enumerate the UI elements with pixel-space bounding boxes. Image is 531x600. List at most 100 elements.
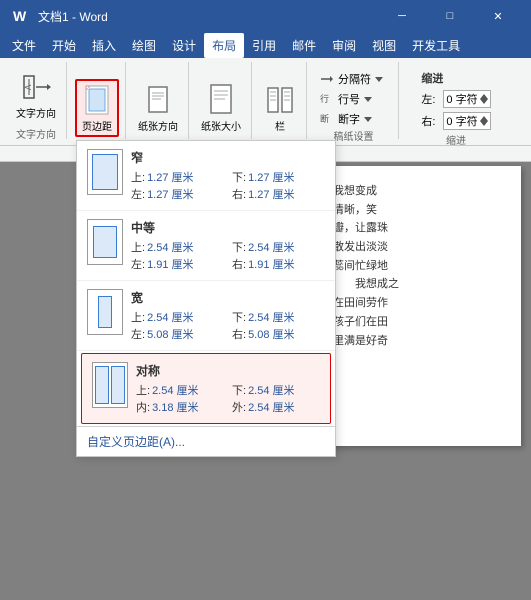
wide-left-value: 5.08 厘米 <box>147 326 193 342</box>
margins-label: 页边距 <box>82 118 112 133</box>
menu-view[interactable]: 视图 <box>364 33 404 58</box>
narrow-right-label: 右: <box>232 186 246 202</box>
narrow-left-label: 左: <box>131 186 145 202</box>
margin-narrow-name: 窄 <box>131 149 325 166</box>
hyphenation-dropdown-icon <box>364 115 372 123</box>
narrow-top-value: 1.27 厘米 <box>147 169 193 185</box>
custom-margin-button[interactable]: 自定义页边距(A)... <box>77 426 335 456</box>
text-direction-button[interactable]: A 文字方向 <box>12 66 60 124</box>
indent-left-input[interactable]: 0 字符 <box>443 90 490 108</box>
paper-size-icon <box>205 84 237 116</box>
ribbon: A 文字方向 文字方向 <box>0 58 531 146</box>
sym-top-label: 上: <box>136 382 150 398</box>
separator-dropdown-icon <box>375 75 383 83</box>
doc-line-5: 蕊间忙绿地 <box>333 257 509 276</box>
doc-line-6: 我想成之 <box>333 275 509 294</box>
orientation-button[interactable]: 纸张方向 <box>134 79 182 137</box>
sym-bottom-value: 2.54 厘米 <box>248 382 294 398</box>
menu-review[interactable]: 审阅 <box>324 33 364 58</box>
wide-top-value: 2.54 厘米 <box>147 309 193 325</box>
narrow-left-value: 1.27 厘米 <box>147 186 193 202</box>
menu-draw[interactable]: 绘图 <box>124 33 164 58</box>
medium-left-label: 左: <box>131 256 145 272</box>
doc-line-8: 孩子们在田 <box>333 313 509 332</box>
orientation-icon <box>142 84 174 116</box>
doc-line-2: 清晰，笑 <box>333 201 509 220</box>
margin-symmetric-name: 对称 <box>136 362 320 379</box>
margin-wide-info: 宽 上: 2.54 厘米 下: 2.54 厘米 左: 5.08 厘米 <box>131 289 325 342</box>
medium-right-value: 1.91 厘米 <box>248 256 294 272</box>
margins-button[interactable]: 页边距 <box>75 79 119 137</box>
line-number-label: 行号 <box>338 91 360 107</box>
hyphenation-button[interactable]: 断 断字 <box>317 110 386 128</box>
margin-wide-preview <box>87 289 123 335</box>
paper-size-group: 纸张大小 <box>191 62 252 139</box>
menu-layout[interactable]: 布局 <box>204 33 244 58</box>
text-direction-label: 文字方向 <box>16 105 56 120</box>
maximize-button[interactable]: □ <box>427 0 473 32</box>
indent-right-down-icon[interactable] <box>480 121 488 126</box>
margin-narrow-preview <box>87 149 123 195</box>
narrow-top-label: 上: <box>131 169 145 185</box>
word-app-icon: W <box>10 6 30 26</box>
line-number-icon: 行 <box>320 92 334 106</box>
doc-line-7: 在田间劳作 <box>333 294 509 313</box>
title-bar: W 文档1 - Word ─ □ ✕ <box>0 0 531 32</box>
indent-left-down-icon[interactable] <box>480 99 488 104</box>
wide-bottom-label: 下: <box>232 309 246 325</box>
menu-references[interactable]: 引用 <box>244 33 284 58</box>
narrow-right-value: 1.27 厘米 <box>248 186 294 202</box>
svg-text:A: A <box>24 84 33 90</box>
narrow-bottom-label: 下: <box>232 169 246 185</box>
close-button[interactable]: ✕ <box>475 0 521 32</box>
document-page: 我想变成 清晰，笑 瓣，让露珠 散发出淡淡 蕊间忙绿地 我想成之 在田间劳作 孩… <box>321 166 521 446</box>
line-number-button[interactable]: 行 行号 <box>317 90 386 108</box>
margin-dropdown-scroll[interactable]: 窄 上: 1.27 厘米 下: 1.27 厘米 左: 1.27 厘米 <box>77 141 335 426</box>
text-direction-group-label: 文字方向 <box>16 124 56 141</box>
medium-left-value: 1.91 厘米 <box>147 256 193 272</box>
menu-insert[interactable]: 插入 <box>84 33 124 58</box>
page-setup-group-label: 稿纸设置 <box>334 128 374 143</box>
margin-dropdown: 窄 上: 1.27 厘米 下: 1.27 厘米 左: 1.27 厘米 <box>76 140 336 457</box>
window-controls: ─ □ ✕ <box>379 0 521 32</box>
doc-line-1: 我想变成 <box>333 182 509 201</box>
separator-label: 分隔符 <box>338 71 371 87</box>
columns-button[interactable]: 栏 <box>260 79 300 137</box>
margin-narrow-item[interactable]: 窄 上: 1.27 厘米 下: 1.27 厘米 左: 1.27 厘米 <box>77 141 335 211</box>
text-direction-icon: A <box>20 71 52 103</box>
margins-icon <box>81 84 113 116</box>
separator-button[interactable]: 分隔符 <box>317 70 386 88</box>
margin-medium-info: 中等 上: 2.54 厘米 下: 2.54 厘米 左: 1.91 厘米 <box>131 219 325 272</box>
margin-medium-item[interactable]: 中等 上: 2.54 厘米 下: 2.54 厘米 左: 1.91 厘米 <box>77 211 335 281</box>
indent-right-input[interactable]: 0 字符 <box>443 112 490 130</box>
menu-design[interactable]: 设计 <box>164 33 204 58</box>
svg-text:W: W <box>13 8 27 24</box>
menu-mailings[interactable]: 邮件 <box>284 33 324 58</box>
columns-group: 栏 <box>254 62 307 139</box>
custom-margin-label: 自定义页边距(A)... <box>87 433 185 450</box>
hyphenation-label: 断字 <box>338 111 360 127</box>
margin-wide-values: 上: 2.54 厘米 下: 2.54 厘米 左: 5.08 厘米 右: <box>131 309 325 342</box>
paper-size-button[interactable]: 纸张大小 <box>197 79 245 137</box>
line-number-dropdown-icon <box>364 95 372 103</box>
doc-line-4: 散发出淡淡 <box>333 238 509 257</box>
margin-medium-values: 上: 2.54 厘米 下: 2.54 厘米 左: 1.91 厘米 右: <box>131 239 325 272</box>
margin-symmetric-info: 对称 上: 2.54 厘米 下: 2.54 厘米 内: 3.18 厘米 <box>136 362 320 415</box>
menu-file[interactable]: 文件 <box>4 33 44 58</box>
margin-symmetric-item[interactable]: 对称 上: 2.54 厘米 下: 2.54 厘米 内: 3.18 厘米 <box>81 353 331 424</box>
minimize-button[interactable]: ─ <box>379 0 425 32</box>
margin-wide-item[interactable]: 宽 上: 2.54 厘米 下: 2.54 厘米 左: 5.08 厘米 <box>77 281 335 351</box>
menu-dev[interactable]: 开发工具 <box>404 33 468 58</box>
window-title: 文档1 - Word <box>38 8 108 25</box>
orientation-label: 纸张方向 <box>138 118 178 133</box>
document-content: 我想变成 清晰，笑 瓣，让露珠 散发出淡淡 蕊间忙绿地 我想成之 在田间劳作 孩… <box>333 182 509 350</box>
margin-narrow-values: 上: 1.27 厘米 下: 1.27 厘米 左: 1.27 厘米 右: <box>131 169 325 202</box>
margins-group: 页边距 <box>69 62 126 139</box>
indent-group-label: 缩进 <box>446 132 466 147</box>
menu-home[interactable]: 开始 <box>44 33 84 58</box>
sym-outer-value: 2.54 厘米 <box>248 399 294 415</box>
sym-top-value: 2.54 厘米 <box>152 382 198 398</box>
sym-inner-value: 3.18 厘米 <box>152 399 198 415</box>
orientation-group: 纸张方向 <box>128 62 189 139</box>
wide-left-label: 左: <box>131 326 145 342</box>
